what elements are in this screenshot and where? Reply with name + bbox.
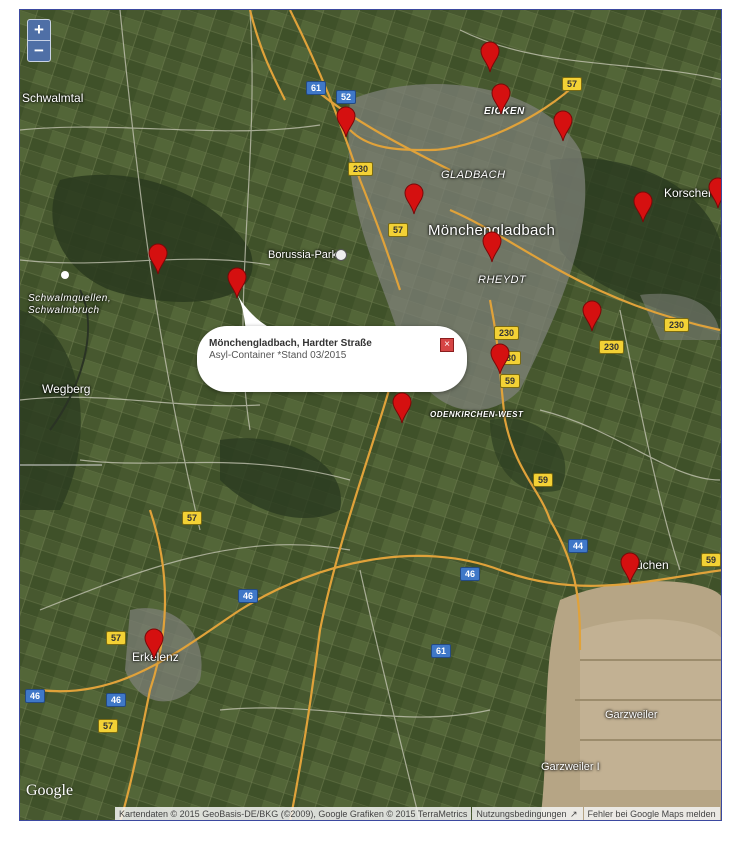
zoom-in-button[interactable]: + [28, 20, 50, 40]
close-icon[interactable]: × [440, 338, 454, 352]
map-marker[interactable] [708, 177, 721, 209]
road-shield-b59: 59 [533, 473, 554, 487]
place-label-schwalmbruch: Schwalmbruch [28, 305, 100, 316]
map-view[interactable]: + − Schwalmtal EICKEN GLADBACH Mönchengl… [19, 9, 722, 821]
road-shield-b230: 230 [599, 340, 625, 354]
attribution-text: Kartendaten © 2015 GeoBasis-DE/BKG (©200… [115, 807, 472, 820]
road-shield-b59: 59 [701, 553, 721, 567]
road-shield-b59: 59 [500, 374, 521, 388]
road-shield-b57: 57 [562, 77, 583, 91]
road-shield-a44: 44 [568, 539, 589, 553]
report-error-link[interactable]: Fehler bei Google Maps melden [583, 807, 720, 820]
road-shield-b57: 57 [106, 631, 127, 645]
road-shield-a46: 46 [106, 693, 127, 707]
map-marker[interactable] [404, 183, 424, 215]
map-marker[interactable] [553, 110, 573, 142]
info-window-description: Asyl-Container *Stand 03/2015 [209, 350, 347, 361]
place-label-schwalmquellen: Schwalmquellen, [28, 293, 112, 304]
map-marker[interactable] [582, 300, 602, 332]
zoom-control: + − [27, 19, 51, 62]
map-footer: Kartendaten © 2015 GeoBasis-DE/BKG (©200… [115, 807, 721, 820]
place-label-schwalmtal: Schwalmtal [22, 91, 84, 105]
place-label-garzweiler-i: Garzweiler I [541, 761, 600, 773]
map-marker[interactable] [633, 191, 653, 223]
road-shield-b230: 230 [348, 162, 374, 176]
place-label-juechen: üchen [636, 558, 669, 572]
road-shield-b57: 57 [388, 223, 409, 237]
terms-label: Nutzungsbedingungen [476, 809, 567, 819]
map-marker[interactable] [392, 392, 412, 424]
map-marker[interactable] [482, 231, 502, 263]
map-marker[interactable] [620, 552, 640, 584]
road-shield-a61: 61 [431, 644, 452, 658]
map-marker[interactable] [490, 343, 510, 375]
park-icon [61, 271, 69, 279]
map-marker[interactable] [148, 243, 168, 275]
map-marker[interactable] [227, 267, 247, 299]
road-shield-a46: 46 [460, 567, 481, 581]
place-label-rheydt: RHEYDT [478, 274, 527, 286]
stadium-icon [335, 249, 347, 261]
terms-link[interactable]: Nutzungsbedingungen ↗ [472, 807, 583, 820]
map-marker[interactable] [480, 41, 500, 73]
road-shield-a46: 46 [238, 589, 259, 603]
road-shield-b57: 57 [98, 719, 119, 733]
map-marker[interactable] [491, 83, 511, 115]
info-window: Mönchengladbach, Hardter Straße Asyl-Con… [197, 326, 467, 392]
place-label-odenkirchen: ODENKIRCHEN-WEST [430, 410, 524, 419]
road-shield-a61: 61 [306, 81, 327, 95]
google-logo: Google [26, 782, 74, 799]
road-shield-b57: 57 [182, 511, 203, 525]
info-window-title: Mönchengladbach, Hardter Straße [209, 338, 372, 349]
road-shield-b230: 230 [494, 326, 520, 340]
map-marker[interactable] [144, 628, 164, 660]
external-link-icon: ↗ [570, 809, 578, 819]
road-shield-a52: 52 [336, 90, 357, 104]
place-label-garzweiler: Garzweiler [605, 709, 658, 721]
zoom-out-button[interactable]: − [28, 41, 50, 61]
place-label-borussia-park: Borussia-Park [268, 249, 338, 261]
map-marker[interactable] [336, 106, 356, 138]
road-shield-a46: 46 [25, 689, 46, 703]
road-shield-b230: 230 [664, 318, 690, 332]
place-label-wegberg: Wegberg [42, 382, 91, 396]
place-label-gladbach: GLADBACH [441, 169, 506, 181]
